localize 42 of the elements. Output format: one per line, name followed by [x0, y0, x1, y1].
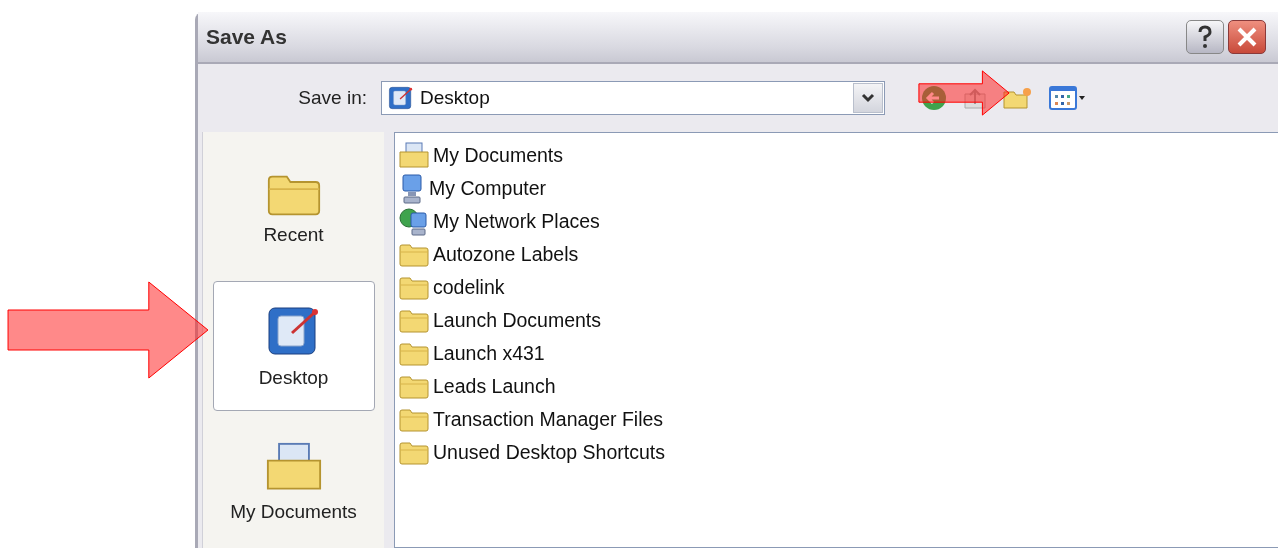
desktop-icon [388, 85, 414, 111]
folder-icon [399, 275, 429, 300]
file-name[interactable]: My Network Places [433, 210, 600, 233]
views-menu-button[interactable] [1049, 86, 1085, 110]
window-title: Save As [206, 25, 287, 49]
help-button[interactable] [1186, 20, 1224, 54]
file-name[interactable]: codelink [433, 276, 505, 299]
file-name[interactable]: Transaction Manager Files [433, 408, 664, 431]
folder-icon [399, 308, 429, 333]
close-icon [1236, 26, 1258, 48]
folder-icon [399, 242, 429, 267]
new-folder-icon [1003, 86, 1033, 110]
location-text: Desktop [420, 87, 491, 109]
save-in-label: Save in: [297, 87, 368, 109]
up-folder-button[interactable] [963, 86, 987, 110]
file-name[interactable]: Autozone Labels [433, 243, 579, 266]
places-item[interactable]: My Documents [212, 417, 375, 548]
dropdown-button[interactable] [853, 83, 883, 113]
places-item[interactable]: Desktop [212, 280, 375, 412]
documents-folder-icon [399, 142, 429, 169]
folder-icon [399, 341, 429, 366]
folder-icon [399, 407, 429, 432]
file-name[interactable]: Launch x431 [433, 342, 545, 365]
up-folder-icon [963, 86, 987, 110]
new-folder-button[interactable] [1003, 86, 1033, 110]
computer-icon [399, 173, 425, 204]
file-name[interactable]: My Documents [433, 144, 564, 167]
view-grid-icon [1049, 86, 1085, 110]
network-globe-icon [399, 206, 429, 237]
file-name[interactable]: Launch Documents [433, 309, 602, 332]
documents-folder-icon [265, 442, 322, 493]
folder-icon [399, 374, 429, 399]
chevron-down-icon [861, 93, 875, 103]
question-mark-icon [1197, 25, 1213, 49]
file-name[interactable]: Leads Launch [433, 375, 556, 398]
back-button[interactable] [921, 85, 947, 111]
file-name[interactable]: Unused Desktop Shortcuts [433, 441, 665, 464]
close-button[interactable] [1228, 20, 1266, 54]
file-name[interactable]: My Computer [429, 177, 547, 200]
places-item[interactable]: Recent [212, 144, 375, 275]
save-in-dropdown[interactable]: Desktop [381, 81, 885, 115]
folder-icon [399, 440, 429, 465]
